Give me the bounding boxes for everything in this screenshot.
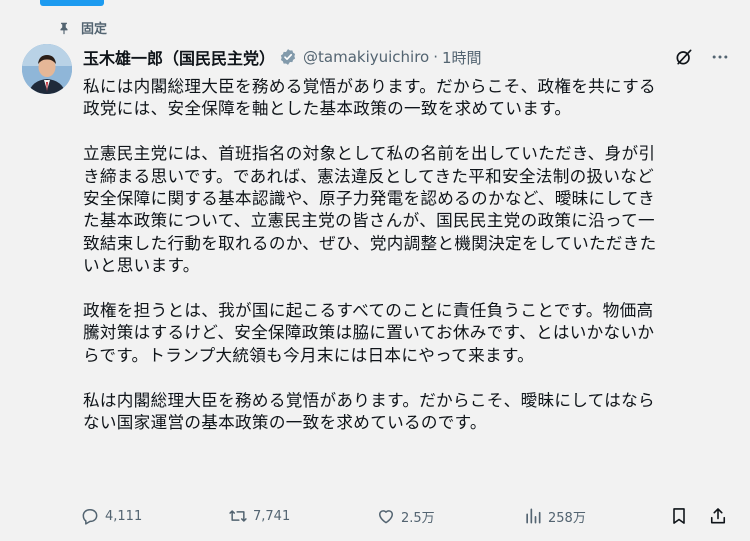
like-icon [379, 510, 393, 524]
share-icon [710, 508, 726, 524]
post-time[interactable]: 1時間 [442, 47, 482, 68]
like-count: 2.5万 [401, 510, 435, 526]
avatar[interactable] [22, 44, 72, 94]
views-count: 258万 [548, 510, 586, 526]
reply-icon [82, 509, 98, 525]
meta-separator: · [433, 48, 439, 66]
tweet-paragraph: 立憲民主党には、首班指名の対象として私の名前を出していただき、身が引 き締まる思… [83, 144, 657, 276]
bookmark-button[interactable] [669, 506, 689, 526]
like-button[interactable]: 2.5万 [376, 506, 435, 526]
pin-icon [60, 22, 68, 34]
repost-count: 7,741 [253, 508, 291, 524]
top-accent-bar [40, 0, 104, 6]
grok-icon[interactable] [674, 47, 694, 67]
views-button[interactable]: 258万 [523, 506, 586, 526]
bookmark-icon [673, 508, 685, 524]
more-icon[interactable] [710, 47, 730, 67]
author-handle[interactable]: @tamakiyuichiro [303, 48, 429, 66]
reply-button[interactable]: 4,111 [80, 506, 142, 526]
verified-badge-icon [280, 49, 296, 65]
reply-count: 4,111 [105, 508, 143, 524]
pinned-label: 固定 [81, 22, 108, 37]
header-actions [674, 44, 730, 70]
author-name[interactable]: 玉木雄一郎（国民民主党） [83, 45, 275, 69]
share-button[interactable] [708, 506, 728, 526]
repost-icon [229, 510, 247, 522]
tweet-paragraph: 私には内閣総理大臣を務める覚悟があります。だからこそ、政権を共にする 政党には、… [83, 77, 656, 119]
tweet-paragraph: 政権を担うとは、我が国に起こるすべてのことに責任負うことです。物価高 騰対策はす… [83, 301, 655, 365]
views-icon [526, 508, 541, 524]
tweet-header: 玉木雄一郎（国民民主党） @tamakiyuichiro · 1時間 [83, 44, 730, 70]
pinned-indicator: 固定 [57, 18, 107, 37]
tweet-paragraph: 私は内閣総理大臣を務める覚悟があります。だからこそ、曖昧にしてはなら ない国家運… [83, 390, 655, 433]
repost-button[interactable]: 7,741 [228, 506, 290, 526]
tweet-text: 私には内閣総理大臣を務める覚悟があります。だからこそ、政権を共にする 政党には、… [83, 76, 723, 457]
action-bar: 4,111 7,741 2.5万 258万 [80, 504, 735, 528]
